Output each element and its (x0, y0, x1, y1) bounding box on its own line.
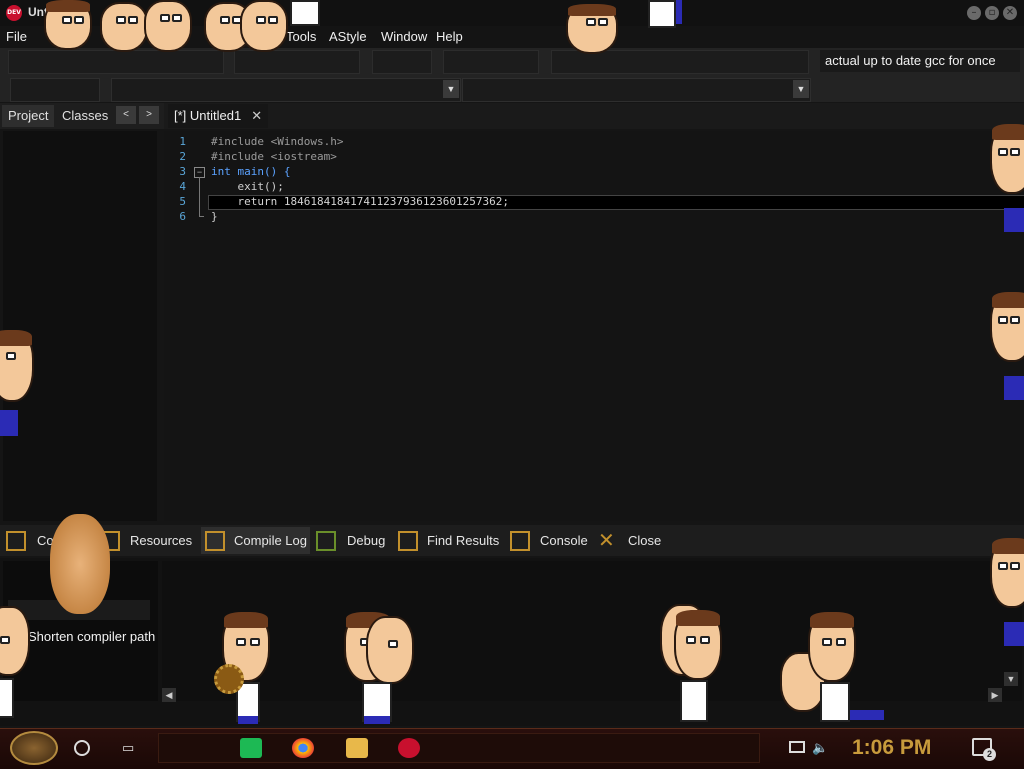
line-number: 2 (179, 150, 186, 163)
search-icon[interactable] (74, 740, 90, 756)
tab-resources[interactable]: Resources (100, 527, 196, 554)
devcpp-icon[interactable] (398, 738, 420, 758)
tab-untitled1[interactable]: [*] Untitled1 ✕ (168, 104, 269, 128)
tab-find-results[interactable]: Find Results (396, 527, 500, 554)
line-number: 1 (179, 135, 186, 148)
sticker-overlay (344, 612, 418, 726)
sticker-overlay (990, 124, 1024, 240)
hamster-sticker (50, 514, 110, 614)
menu-window[interactable]: Window (381, 29, 427, 44)
menu-help[interactable]: Help (436, 29, 463, 44)
close-window-button[interactable]: ✕ (1003, 6, 1017, 20)
scroll-right-icon[interactable]: ▶ (988, 688, 1002, 702)
bottom-tabs: Co Resources Compile Log Debug Find Resu… (0, 525, 1024, 556)
check-icon (316, 531, 336, 551)
tab-prev-button[interactable]: < (116, 106, 136, 124)
tab-next-button[interactable]: > (139, 106, 159, 124)
menu-file[interactable]: File (6, 29, 27, 44)
tab-label: [*] Untitled1 (174, 108, 242, 123)
network-icon[interactable] (789, 741, 805, 753)
sticker-overlay (0, 606, 30, 722)
code-line[interactable]: #include <iostream> (211, 150, 337, 163)
tab-project[interactable]: Project (2, 105, 55, 127)
fold-line (199, 177, 200, 217)
restore-button[interactable]: ▫ (985, 6, 999, 20)
tab-console[interactable]: Console (508, 527, 590, 554)
line-number: 3 (179, 165, 186, 178)
volume-muted-icon[interactable]: 🔈 (812, 740, 828, 756)
code-line[interactable]: return 184618418417411237936123601257362… (211, 195, 509, 208)
clock[interactable]: 1:06 PM (852, 736, 931, 760)
file-explorer-icon[interactable] (346, 738, 368, 758)
line-number: 5 (179, 195, 186, 208)
line-number: 4 (179, 180, 186, 193)
scroll-down-icon[interactable]: ▼ (1004, 672, 1018, 686)
editor-tabs: [*] Untitled1 ✕ (164, 103, 1024, 129)
code-editor[interactable]: − 1 #include <Windows.h> 2 #include <ios… (164, 131, 1024, 521)
class-combo[interactable]: ▼ (111, 78, 461, 102)
tab-debug[interactable]: Debug (314, 527, 390, 554)
chevron-down-icon[interactable]: ▼ (793, 80, 809, 98)
close-icon[interactable]: ✕ (251, 108, 262, 123)
tab-label: Console (540, 533, 588, 548)
search-icon (398, 531, 418, 551)
sticker-overlay (656, 604, 726, 726)
sticker-overlay (990, 538, 1024, 654)
tab-label: Close (628, 533, 662, 548)
chevron-down-icon[interactable]: ▼ (443, 80, 459, 98)
sticker-overlay (566, 0, 686, 56)
chart-icon (205, 531, 225, 551)
combo-box[interactable] (10, 78, 100, 102)
code-line[interactable]: } (211, 210, 218, 223)
tab-label: Debug (347, 533, 386, 548)
sticker-overlay (990, 292, 1024, 408)
gear-icon (214, 664, 244, 694)
task-view-icon[interactable]: ▭ (122, 740, 140, 756)
sticker-overlay (44, 0, 344, 56)
console-icon (510, 531, 530, 551)
toolbar-group[interactable] (372, 50, 432, 74)
code-line[interactable]: exit(); (211, 180, 283, 193)
scroll-left-icon[interactable]: ◀ (162, 688, 176, 702)
grid-icon (6, 531, 26, 551)
minimize-button[interactable]: – (967, 6, 981, 20)
member-combo[interactable]: ▼ (462, 78, 811, 102)
sticker-overlay (780, 612, 890, 726)
toolbar-group[interactable] (443, 50, 539, 74)
chrome-icon[interactable] (292, 738, 314, 758)
left-panel-tabs: Project Classes < > (0, 103, 164, 129)
shorten-compiler-path-checkbox[interactable]: Shorten compiler path (28, 629, 155, 644)
compiler-select[interactable]: actual up to date gcc for once (820, 50, 1020, 72)
tab-close[interactable]: ✕ Close (596, 527, 662, 554)
code-line[interactable]: int main() { (211, 165, 290, 178)
tab-compile-log[interactable]: Compile Log (201, 527, 310, 554)
sticker-overlay (0, 330, 36, 446)
fold-line-end (199, 216, 204, 217)
compile-log-area[interactable] (162, 561, 1022, 701)
notification-count-badge: 2 (983, 748, 996, 761)
code-line[interactable]: #include <Windows.h> (211, 135, 343, 148)
line-number: 6 (179, 210, 186, 223)
project-tree[interactable] (3, 131, 157, 521)
start-button[interactable] (10, 731, 58, 765)
tab-label: Compile Log (234, 533, 307, 548)
tab-label: Find Results (427, 533, 500, 548)
close-icon: ✕ (598, 530, 615, 552)
tab-label: Resources (130, 533, 193, 548)
tab-classes[interactable]: Classes (56, 105, 114, 127)
spotify-icon[interactable] (240, 738, 262, 758)
toolbar-secondary: ▼ ▼ (0, 75, 1024, 102)
app-icon: DEV (6, 5, 22, 21)
